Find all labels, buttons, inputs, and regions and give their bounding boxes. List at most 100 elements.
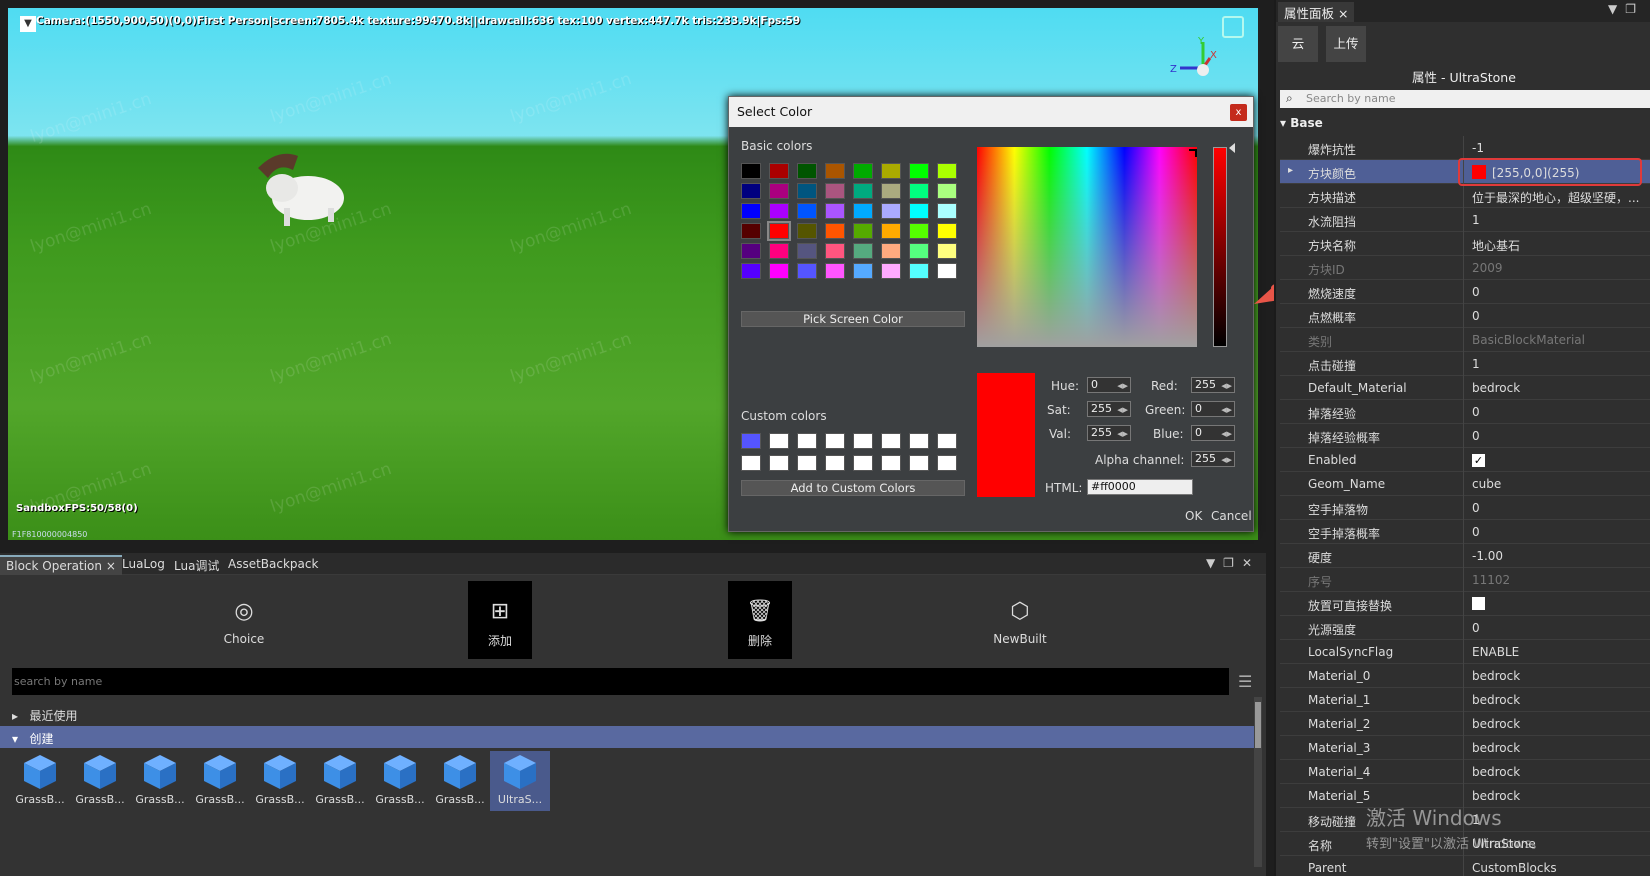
spin-icon[interactable]: ◀▶	[1117, 403, 1128, 417]
create-group[interactable]: ▾ 创建	[0, 726, 1258, 748]
basic-color-swatch[interactable]	[825, 183, 845, 199]
basic-color-swatch[interactable]	[797, 163, 817, 179]
basic-color-swatch[interactable]	[797, 223, 817, 239]
menu-icon[interactable]: ☰	[1238, 672, 1252, 691]
property-value[interactable]: -1.00	[1466, 544, 1650, 568]
basic-color-swatch[interactable]	[825, 203, 845, 219]
basic-color-swatch[interactable]	[797, 243, 817, 259]
dialog-title-bar[interactable]: Select Color x	[729, 97, 1253, 127]
property-row[interactable]: 点燃概率 0	[1280, 304, 1650, 328]
block-item[interactable]: GrassB...	[130, 751, 190, 811]
property-row[interactable]: Default_Material bedrock	[1280, 376, 1650, 400]
spin-icon[interactable]: ◀▶	[1117, 379, 1128, 393]
basic-color-swatch[interactable]	[909, 223, 929, 239]
basic-color-swatch[interactable]	[769, 263, 789, 279]
basic-color-swatch[interactable]	[769, 243, 789, 259]
chevron-down-icon[interactable]: ▼	[1206, 556, 1223, 570]
spin-icon[interactable]: ◀▶	[1117, 427, 1128, 441]
property-row[interactable]: Material_2 bedrock	[1280, 712, 1650, 736]
custom-color-swatch[interactable]	[741, 433, 761, 449]
property-row[interactable]: Geom_Name cube	[1280, 472, 1650, 496]
property-value[interactable]: bedrock	[1466, 736, 1650, 760]
block-item[interactable]: GrassB...	[10, 751, 70, 811]
basic-color-swatch[interactable]	[909, 243, 929, 259]
custom-color-swatch[interactable]	[937, 455, 957, 471]
block-item[interactable]: GrassB...	[70, 751, 130, 811]
property-value[interactable]: -1	[1466, 136, 1650, 160]
ok-button[interactable]: OK	[1185, 509, 1202, 523]
spin-icon[interactable]: ◀▶	[1221, 403, 1232, 417]
property-value[interactable]: ✓	[1466, 448, 1650, 472]
spin-icon[interactable]: ◀▶	[1221, 379, 1232, 393]
val-field[interactable]: 255 ◀▶	[1087, 425, 1131, 441]
property-value[interactable]: 0	[1466, 616, 1650, 640]
base-section-header[interactable]: ▾ Base	[1280, 116, 1323, 130]
basic-color-swatch[interactable]	[825, 263, 845, 279]
custom-color-swatch[interactable]	[937, 433, 957, 449]
property-value[interactable]: 11102	[1466, 568, 1650, 592]
checkbox[interactable]	[1472, 597, 1485, 610]
property-row[interactable]: 类别 BasicBlockMaterial	[1280, 328, 1650, 352]
property-row[interactable]: Material_4 bedrock	[1280, 760, 1650, 784]
property-row[interactable]: Material_3 bedrock	[1280, 736, 1650, 760]
basic-color-swatch[interactable]	[853, 183, 873, 199]
lock-icon[interactable]	[1222, 16, 1244, 38]
close-icon[interactable]: x	[1230, 104, 1247, 121]
basic-color-swatch[interactable]	[853, 203, 873, 219]
close-icon[interactable]: ×	[106, 559, 116, 573]
basic-color-swatch[interactable]	[881, 203, 901, 219]
basic-color-swatch[interactable]	[881, 183, 901, 199]
basic-color-swatch[interactable]	[825, 243, 845, 259]
property-value[interactable]: BasicBlockMaterial	[1466, 328, 1650, 352]
block-search-input[interactable]: search by name	[12, 668, 1229, 695]
property-row[interactable]: Material_0 bedrock	[1280, 664, 1650, 688]
property-search-input[interactable]: ⌕ Search by name	[1280, 90, 1650, 108]
basic-color-swatch[interactable]	[825, 163, 845, 179]
basic-color-swatch[interactable]	[853, 263, 873, 279]
upload-button[interactable]: 上传	[1326, 26, 1366, 62]
spin-icon[interactable]: ◀▶	[1221, 427, 1232, 441]
recent-group[interactable]: ▸ 最近使用	[0, 703, 1258, 725]
basic-color-swatch[interactable]	[937, 263, 957, 279]
tab-lua-debug[interactable]: Lua调试	[168, 555, 225, 575]
property-row[interactable]: LocalSyncFlag ENABLE	[1280, 640, 1650, 664]
property-row[interactable]: Material_1 bedrock	[1280, 688, 1650, 712]
newbuilt-tool[interactable]: ⬡ NewBuilt	[988, 581, 1052, 659]
custom-color-swatch[interactable]	[853, 455, 873, 471]
custom-color-swatch[interactable]	[853, 433, 873, 449]
basic-color-swatch[interactable]	[853, 163, 873, 179]
float-icon[interactable]: ❐	[1625, 2, 1644, 16]
block-item[interactable]: GrassB...	[370, 751, 430, 811]
basic-color-swatch[interactable]	[741, 223, 761, 239]
property-row[interactable]: 序号 11102	[1280, 568, 1650, 592]
basic-color-swatch[interactable]	[797, 183, 817, 199]
property-value[interactable]: 0	[1466, 496, 1650, 520]
property-row[interactable]: 燃烧速度 0	[1280, 280, 1650, 304]
value-slider[interactable]	[1213, 147, 1227, 347]
basic-color-swatch[interactable]	[741, 203, 761, 219]
property-value[interactable]: 0	[1466, 520, 1650, 544]
basic-color-swatch[interactable]	[769, 183, 789, 199]
property-row[interactable]: 硬度 -1.00	[1280, 544, 1650, 568]
custom-color-swatch[interactable]	[741, 455, 761, 471]
property-value[interactable]: cube	[1466, 472, 1650, 496]
property-row[interactable]: 掉落经验概率 0	[1280, 424, 1650, 448]
property-row[interactable]: 方块描述 位于最深的地心，超级坚硬，...	[1280, 184, 1650, 208]
add-tool[interactable]: ⊞ 添加	[468, 581, 532, 659]
basic-color-swatch[interactable]	[797, 263, 817, 279]
green-field[interactable]: 0 ◀▶	[1191, 401, 1235, 417]
property-row[interactable]: 空手掉落物 0	[1280, 496, 1650, 520]
custom-color-swatch[interactable]	[881, 455, 901, 471]
property-value[interactable]: 位于最深的地心，超级坚硬，...	[1466, 184, 1650, 208]
basic-color-swatch[interactable]	[937, 223, 957, 239]
property-value[interactable]: 2009	[1466, 256, 1650, 280]
blue-field[interactable]: 0 ◀▶	[1191, 425, 1235, 441]
custom-color-swatch[interactable]	[825, 455, 845, 471]
block-item[interactable]: GrassB...	[190, 751, 250, 811]
property-value[interactable]: bedrock	[1466, 760, 1650, 784]
tab-asset-backpack[interactable]: AssetBackpack	[222, 555, 324, 575]
basic-color-swatch[interactable]	[853, 243, 873, 259]
sat-field[interactable]: 255 ◀▶	[1087, 401, 1131, 417]
basic-color-swatch[interactable]	[769, 163, 789, 179]
alpha-field[interactable]: 255 ◀▶	[1191, 451, 1235, 467]
